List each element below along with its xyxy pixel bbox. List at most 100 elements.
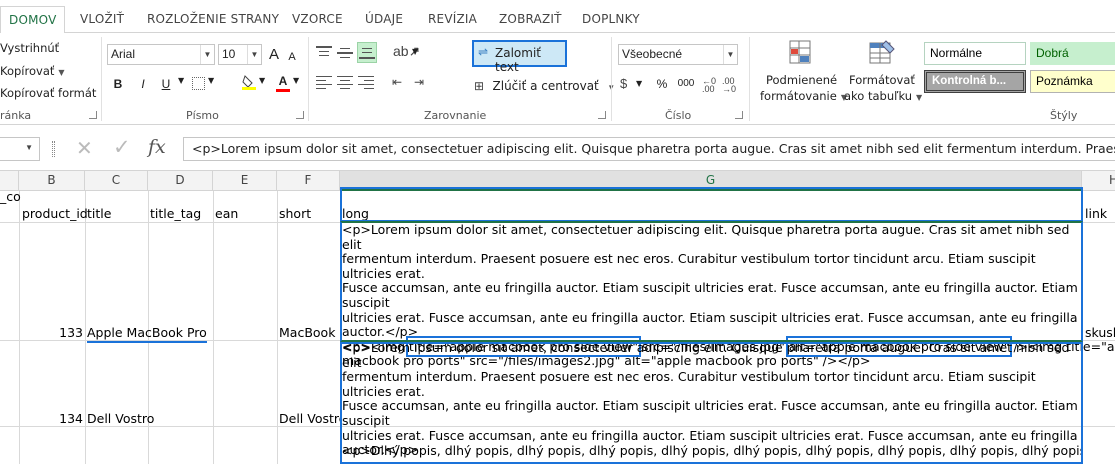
chevron-down-icon[interactable]: ▼ bbox=[259, 76, 265, 85]
wrap-text-icon: ⇌ bbox=[478, 45, 489, 59]
decrease-decimal-icon[interactable]: .00 →0 bbox=[722, 77, 736, 94]
cell-title[interactable]: Dell Vostro bbox=[87, 411, 154, 426]
alignment-dialog-launcher-icon[interactable] bbox=[598, 111, 606, 119]
format-as-table-icon bbox=[868, 39, 896, 67]
fill-color-icon[interactable] bbox=[242, 74, 256, 90]
italic-button[interactable]: I bbox=[135, 73, 151, 95]
column-header-a[interactable] bbox=[0, 171, 19, 191]
chevron-down-icon[interactable]: ▼ bbox=[636, 79, 642, 88]
header-cell-ean[interactable]: ean bbox=[215, 206, 238, 221]
cell-short[interactable]: Dell Vostro bbox=[279, 411, 340, 426]
increase-indent-icon[interactable]: ⇥ bbox=[414, 75, 424, 89]
group-divider bbox=[611, 37, 612, 121]
tab-udaje[interactable]: ÚDAJE bbox=[357, 6, 411, 33]
group-divider bbox=[308, 37, 309, 121]
number-format-select[interactable]: Všeobecné ▼ bbox=[618, 44, 738, 65]
style-note[interactable]: Poznámka bbox=[1030, 70, 1115, 93]
header-cell-title-tag[interactable]: title_tag bbox=[150, 206, 201, 221]
borders-icon[interactable] bbox=[192, 77, 205, 90]
font-group-label: Písmo bbox=[186, 109, 219, 122]
tab-zobrazit[interactable]: ZOBRAZIŤ bbox=[491, 6, 570, 33]
style-good[interactable]: Dobrá bbox=[1030, 42, 1115, 65]
align-bottom-icon[interactable] bbox=[357, 42, 377, 63]
chevron-down-icon[interactable]: ▼ bbox=[178, 76, 184, 85]
format-as-table-button[interactable]: Formátovať ako tabuľku ▼ bbox=[842, 39, 922, 109]
shrink-font-icon[interactable]: A bbox=[285, 46, 299, 68]
header-cell-link[interactable]: link bbox=[1085, 206, 1107, 221]
tab-domov[interactable]: DOMOV bbox=[0, 6, 66, 34]
header-cell-title[interactable]: title bbox=[87, 206, 111, 221]
grow-font-icon[interactable]: A bbox=[265, 44, 283, 66]
format-painter-button[interactable]: Kopírovať formát bbox=[0, 86, 96, 100]
chevron-down-icon: ▼ bbox=[247, 45, 261, 64]
underline-button[interactable]: U bbox=[158, 73, 174, 95]
conditional-formatting-icon bbox=[788, 39, 814, 67]
column-header-e[interactable]: E bbox=[213, 171, 277, 191]
align-right-icon[interactable] bbox=[358, 75, 374, 89]
name-box[interactable]: ▼ bbox=[0, 137, 40, 161]
copy-button[interactable]: Kopírovať ▼ bbox=[0, 64, 65, 78]
font-dialog-launcher-icon[interactable] bbox=[296, 111, 304, 119]
cut-button[interactable]: Vystrihnúť bbox=[0, 41, 59, 55]
number-format-value: Všeobecné bbox=[622, 47, 683, 61]
alignment-group-label: Zarovnanie bbox=[424, 109, 487, 122]
chevron-down-icon[interactable]: ▼ bbox=[208, 76, 214, 85]
ribbon: Vystrihnúť Kopírovať ▼ Kopírovať formát r… bbox=[0, 33, 1115, 125]
group-divider bbox=[749, 37, 750, 121]
conditional-formatting-button[interactable]: Podmienené formátovanie ▼ bbox=[758, 39, 847, 109]
number-dialog-launcher-icon[interactable] bbox=[735, 111, 743, 119]
tab-revizia[interactable]: REVÍZIA bbox=[420, 6, 485, 33]
merge-center-button[interactable]: ⊞ Zlúčiť a centrovať ▼ bbox=[474, 77, 615, 95]
clipboard-dialog-launcher-icon[interactable] bbox=[89, 111, 97, 119]
tab-rozlozenie-strany[interactable]: ROZLOŽENIE STRANY bbox=[139, 6, 287, 33]
cell-title[interactable]: Apple MacBook Pro bbox=[87, 325, 207, 340]
chevron-down-icon: ▼ bbox=[200, 45, 214, 64]
style-check-cell[interactable]: Kontrolná b... bbox=[924, 70, 1026, 93]
chevron-down-icon[interactable]: ▼ bbox=[58, 68, 64, 77]
cancel-edit-icon[interactable]: ✕ bbox=[76, 136, 93, 161]
header-cell-product-id[interactable]: product_id bbox=[22, 206, 88, 221]
increase-decimal-icon[interactable]: ←0.00 bbox=[702, 77, 716, 94]
font-color-bar bbox=[276, 89, 290, 92]
align-middle-icon[interactable] bbox=[337, 45, 353, 61]
percent-button[interactable]: % bbox=[654, 73, 670, 95]
column-header-b[interactable]: B bbox=[19, 171, 85, 191]
cell-link[interactable]: skusl bbox=[1085, 325, 1115, 340]
align-center-icon[interactable] bbox=[337, 75, 353, 89]
header-cell-a[interactable]: _co bbox=[0, 189, 21, 204]
currency-label: $ bbox=[620, 76, 628, 91]
wrap-text-button[interactable]: ⇌ Zalomiť text bbox=[472, 40, 567, 74]
tab-vzorce[interactable]: VZORCE bbox=[284, 6, 351, 33]
wrap-text-label: Zalomiť text bbox=[495, 46, 541, 74]
conditional-formatting-label-1: Podmienené bbox=[766, 73, 838, 87]
tab-doplnky[interactable]: DOPLNKY bbox=[574, 6, 648, 33]
grid-line bbox=[213, 191, 214, 464]
bold-button[interactable]: B bbox=[110, 73, 126, 95]
long-cell-highlight bbox=[340, 221, 1083, 342]
enter-edit-icon[interactable]: ✓ bbox=[113, 135, 131, 160]
insert-function-icon[interactable]: fx bbox=[148, 136, 166, 158]
column-header-c[interactable]: C bbox=[85, 171, 148, 191]
tab-vlozit[interactable]: VLOŽIŤ bbox=[72, 6, 132, 33]
chevron-down-icon[interactable]: ▼ bbox=[293, 76, 299, 85]
cell-product-id[interactable]: 133 bbox=[19, 325, 83, 340]
header-cell-short[interactable]: short bbox=[279, 206, 311, 221]
currency-icon[interactable]: $ bbox=[620, 76, 627, 91]
cell-product-id[interactable]: 134 bbox=[19, 411, 83, 426]
decrease-indent-icon[interactable]: ⇤ bbox=[392, 75, 402, 89]
comma-style-button[interactable]: 000 bbox=[674, 73, 698, 95]
formula-input[interactable]: <p>Lorem ipsum dolor sit amet, consectet… bbox=[183, 137, 1115, 161]
column-header-h[interactable]: H bbox=[1082, 171, 1115, 191]
align-left-icon[interactable] bbox=[316, 75, 332, 89]
formula-bar-grip-icon[interactable] bbox=[52, 141, 55, 157]
cell-short[interactable]: MacBook bbox=[279, 325, 335, 340]
font-size-value: 10 bbox=[222, 47, 236, 61]
column-header-f[interactable]: F bbox=[277, 171, 340, 191]
chevron-down-icon[interactable]: ▼ bbox=[412, 47, 418, 56]
font-name-select[interactable]: Arial ▼ bbox=[107, 44, 215, 65]
column-header-d[interactable]: D bbox=[148, 171, 213, 191]
align-top-icon[interactable] bbox=[316, 45, 332, 61]
merge-center-label: Zlúčiť a centrovať bbox=[492, 79, 599, 93]
font-size-select[interactable]: 10 ▼ bbox=[218, 44, 262, 65]
style-normal[interactable]: Normálne bbox=[924, 42, 1026, 65]
